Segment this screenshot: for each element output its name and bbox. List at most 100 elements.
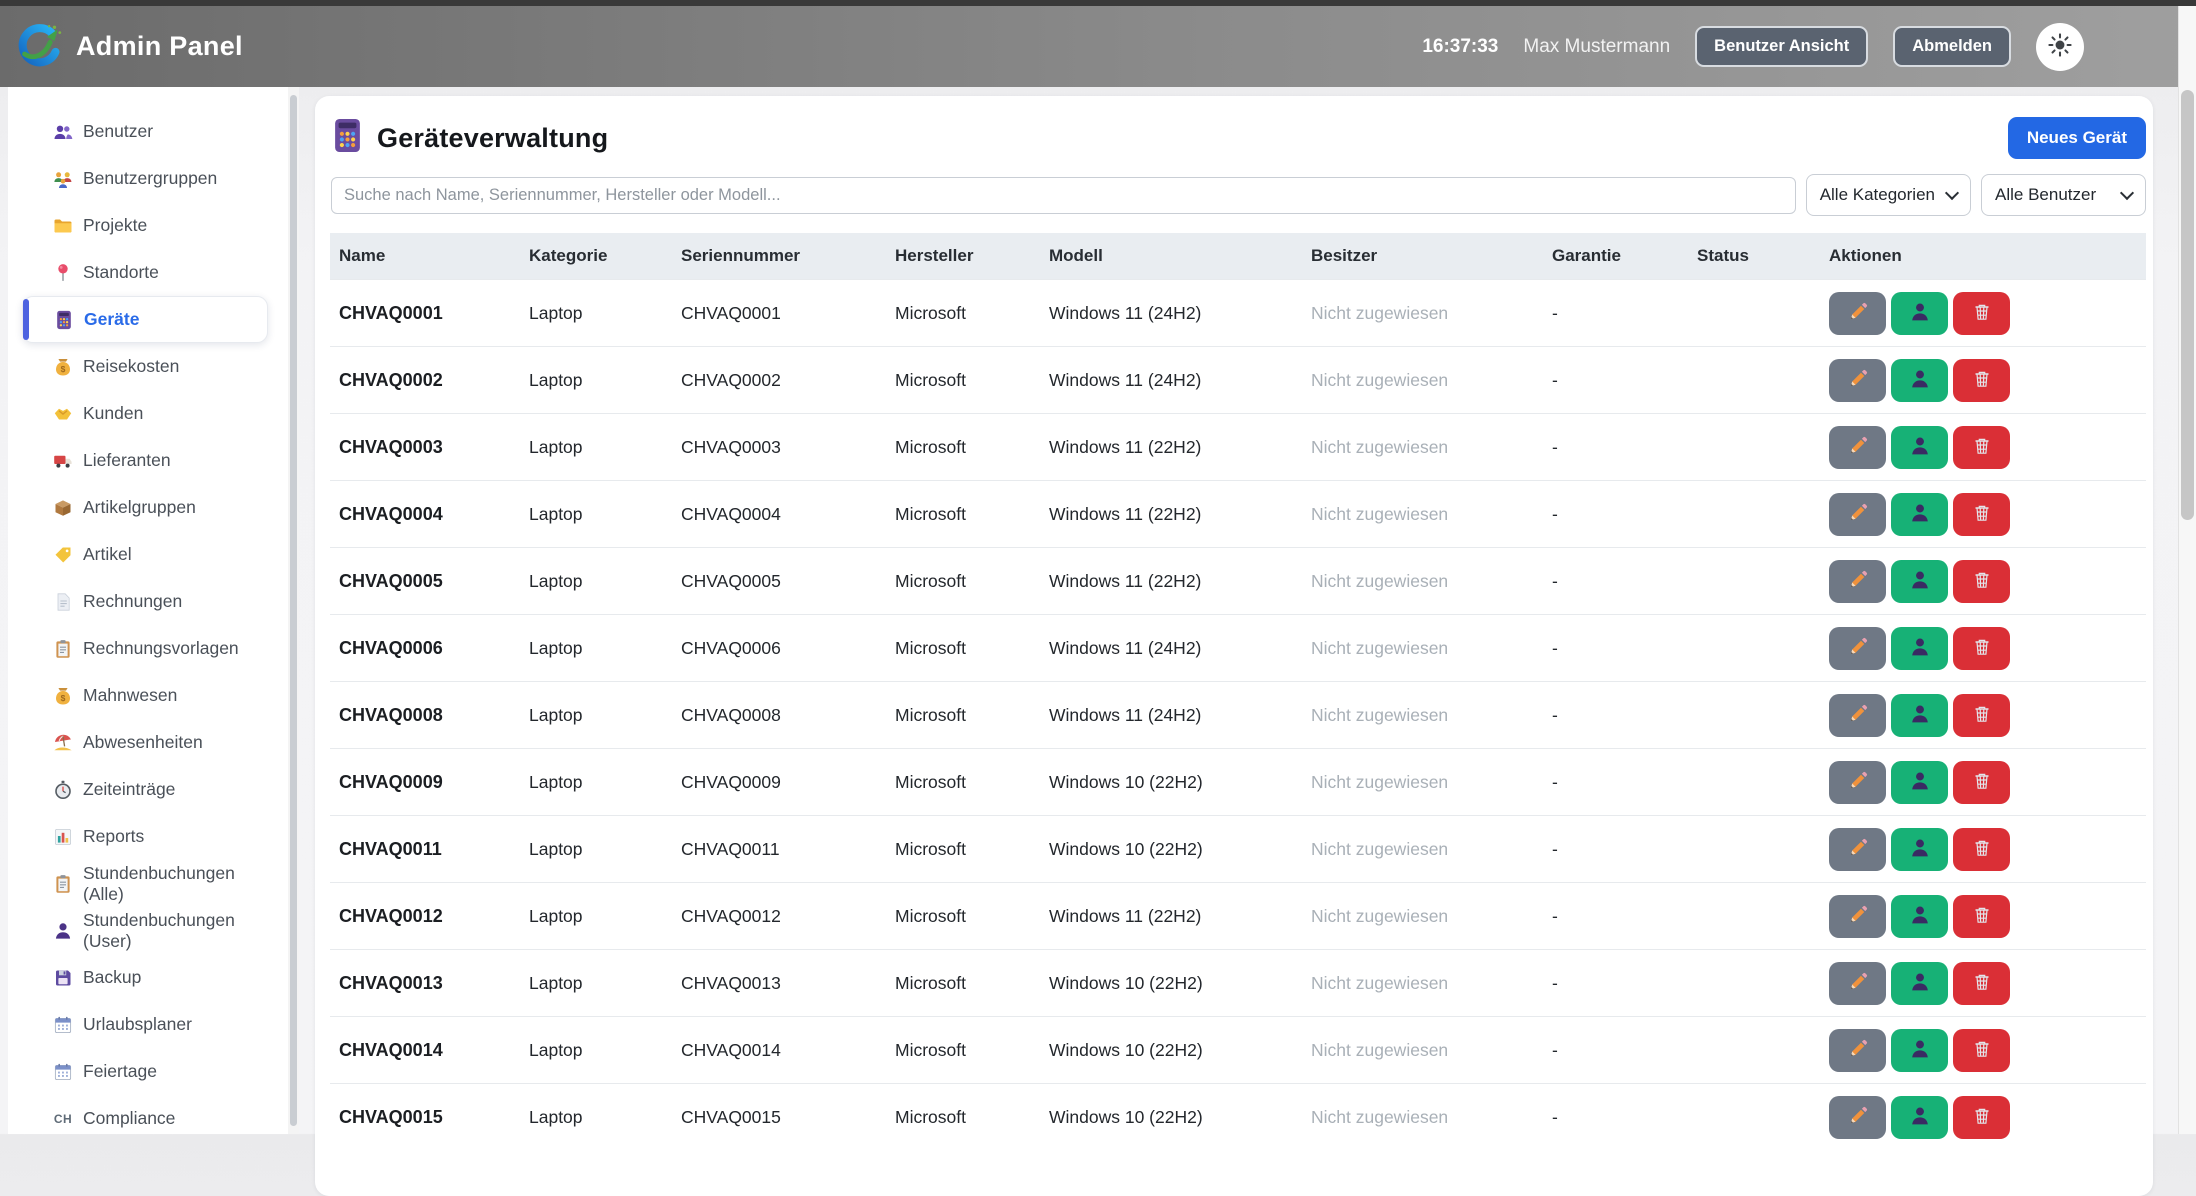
box-icon [53,498,73,518]
edit-button[interactable] [1829,426,1886,469]
edit-button[interactable] [1829,895,1886,938]
delete-button[interactable] [1953,1096,2010,1139]
assign-user-button[interactable] [1891,761,1948,804]
column-header-name: Name [330,233,520,280]
assign-user-button[interactable] [1891,359,1948,402]
user-view-button[interactable]: Benutzer Ansicht [1695,26,1868,67]
trash-icon [1971,435,1993,460]
table-row: CHVAQ0011 Laptop CHVAQ0011 Microsoft Win… [330,816,2146,883]
delete-button[interactable] [1953,493,2010,536]
page-scrollbar[interactable] [2178,6,2196,1134]
chevron-down-icon [2120,186,2134,200]
trash-icon [1971,569,1993,594]
assign-user-button[interactable] [1891,828,1948,871]
assign-user-button[interactable] [1891,1029,1948,1072]
theme-toggle-button[interactable] [2036,23,2084,71]
sidebar-item-compliance[interactable]: CH Compliance [22,1095,262,1142]
pencil-icon [1847,1105,1869,1130]
delete-button[interactable] [1953,694,2010,737]
sidebar-item-geräte[interactable]: Geräte [22,296,268,343]
trash-icon [1971,502,1993,527]
edit-button[interactable] [1829,694,1886,737]
delete-button[interactable] [1953,292,2010,335]
sidebar-item-rechnungen[interactable]: Rechnungen [22,578,262,625]
edit-button[interactable] [1829,493,1886,536]
filter-row: Alle Kategorien Alle Benutzer [331,174,2146,216]
delete-button[interactable] [1953,560,2010,603]
sidebar-item-kunden[interactable]: Kunden [22,390,262,437]
delete-button[interactable] [1953,1029,2010,1072]
sidebar: Benutzer Benutzergruppen Projekte Stando… [8,87,288,1134]
money-bag-icon: $ [53,686,73,706]
sidebar-item-mahnwesen[interactable]: $ Mahnwesen [22,672,262,719]
pencil-icon [1847,770,1869,795]
delete-button[interactable] [1953,828,2010,871]
edit-button[interactable] [1829,761,1886,804]
sidebar-item-projekte[interactable]: Projekte [22,202,262,249]
sidebar-item-artikel[interactable]: Artikel [22,531,262,578]
users-icon [53,122,73,142]
pencil-icon [1847,1038,1869,1063]
assign-user-button[interactable] [1891,292,1948,335]
edit-button[interactable] [1829,560,1886,603]
row-actions [1829,426,2146,469]
sidebar-item-artikelgruppen[interactable]: Artikelgruppen [22,484,262,531]
table-row: CHVAQ0004 Laptop CHVAQ0004 Microsoft Win… [330,481,2146,548]
assign-user-button[interactable] [1891,426,1948,469]
sidebar-item-abwesenheiten[interactable]: Abwesenheiten [22,719,262,766]
delete-button[interactable] [1953,426,2010,469]
edit-button[interactable] [1829,1029,1886,1072]
category-filter-select[interactable]: Alle Kategorien [1806,174,1971,216]
edit-button[interactable] [1829,828,1886,871]
assign-user-button[interactable] [1891,493,1948,536]
user-icon [1909,435,1931,460]
sidebar-item-urlaubsplaner[interactable]: Urlaubsplaner [22,1001,262,1048]
sidebar-item-zeiteinträge[interactable]: Zeiteinträge [22,766,262,813]
user-icon [1909,569,1931,594]
edit-button[interactable] [1829,627,1886,670]
sidebar-item-standorte[interactable]: Standorte [22,249,262,296]
money-bag-icon: $ [53,357,73,377]
edit-button[interactable] [1829,1096,1886,1139]
sidebar-item-backup[interactable]: Backup [22,954,262,1001]
sidebar-item-benutzer[interactable]: Benutzer [22,108,262,155]
delete-button[interactable] [1953,627,2010,670]
sidebar-item-stundenbuchungen-user[interactable]: Stundenbuchungen (User) [22,907,262,954]
delete-button[interactable] [1953,359,2010,402]
delete-button[interactable] [1953,761,2010,804]
pencil-icon [1847,636,1869,661]
column-header-modell: Modell [1040,233,1302,280]
row-actions [1829,828,2146,871]
edit-button[interactable] [1829,292,1886,335]
sidebar-item-benutzergruppen[interactable]: Benutzergruppen [22,155,262,202]
assign-user-button[interactable] [1891,560,1948,603]
sidebar-item-feiertage[interactable]: Feiertage [22,1048,262,1095]
logout-button[interactable]: Abmelden [1893,26,2011,67]
sidebar-scrollbar[interactable] [288,87,299,1134]
sidebar-scrollbar-thumb[interactable] [290,95,297,1126]
assign-user-button[interactable] [1891,694,1948,737]
row-actions [1829,962,2146,1005]
assign-user-button[interactable] [1891,627,1948,670]
edit-button[interactable] [1829,359,1886,402]
assign-user-button[interactable] [1891,962,1948,1005]
user-filter-select[interactable]: Alle Benutzer [1981,174,2146,216]
page-scrollbar-thumb[interactable] [2181,90,2194,520]
delete-button[interactable] [1953,895,2010,938]
new-device-button[interactable]: Neues Gerät [2008,117,2146,159]
sidebar-item-lieferanten[interactable]: Lieferanten [22,437,262,484]
column-header-status: Status [1688,233,1820,280]
sidebar-item-rechnungsvorlagen[interactable]: Rechnungsvorlagen [22,625,262,672]
edit-button[interactable] [1829,962,1886,1005]
assign-user-button[interactable] [1891,895,1948,938]
sidebar-item-reports[interactable]: Reports [22,813,262,860]
table-row: CHVAQ0008 Laptop CHVAQ0008 Microsoft Win… [330,682,2146,749]
sidebar-item-stundenbuchungen-alle[interactable]: Stundenbuchungen (Alle) [22,860,262,907]
device-grid-icon [331,117,364,159]
delete-button[interactable] [1953,962,2010,1005]
assign-user-button[interactable] [1891,1096,1948,1139]
pencil-icon [1847,502,1869,527]
handshake-icon [53,404,73,424]
sidebar-item-reisekosten[interactable]: $ Reisekosten [22,343,262,390]
search-input[interactable] [331,177,1796,214]
